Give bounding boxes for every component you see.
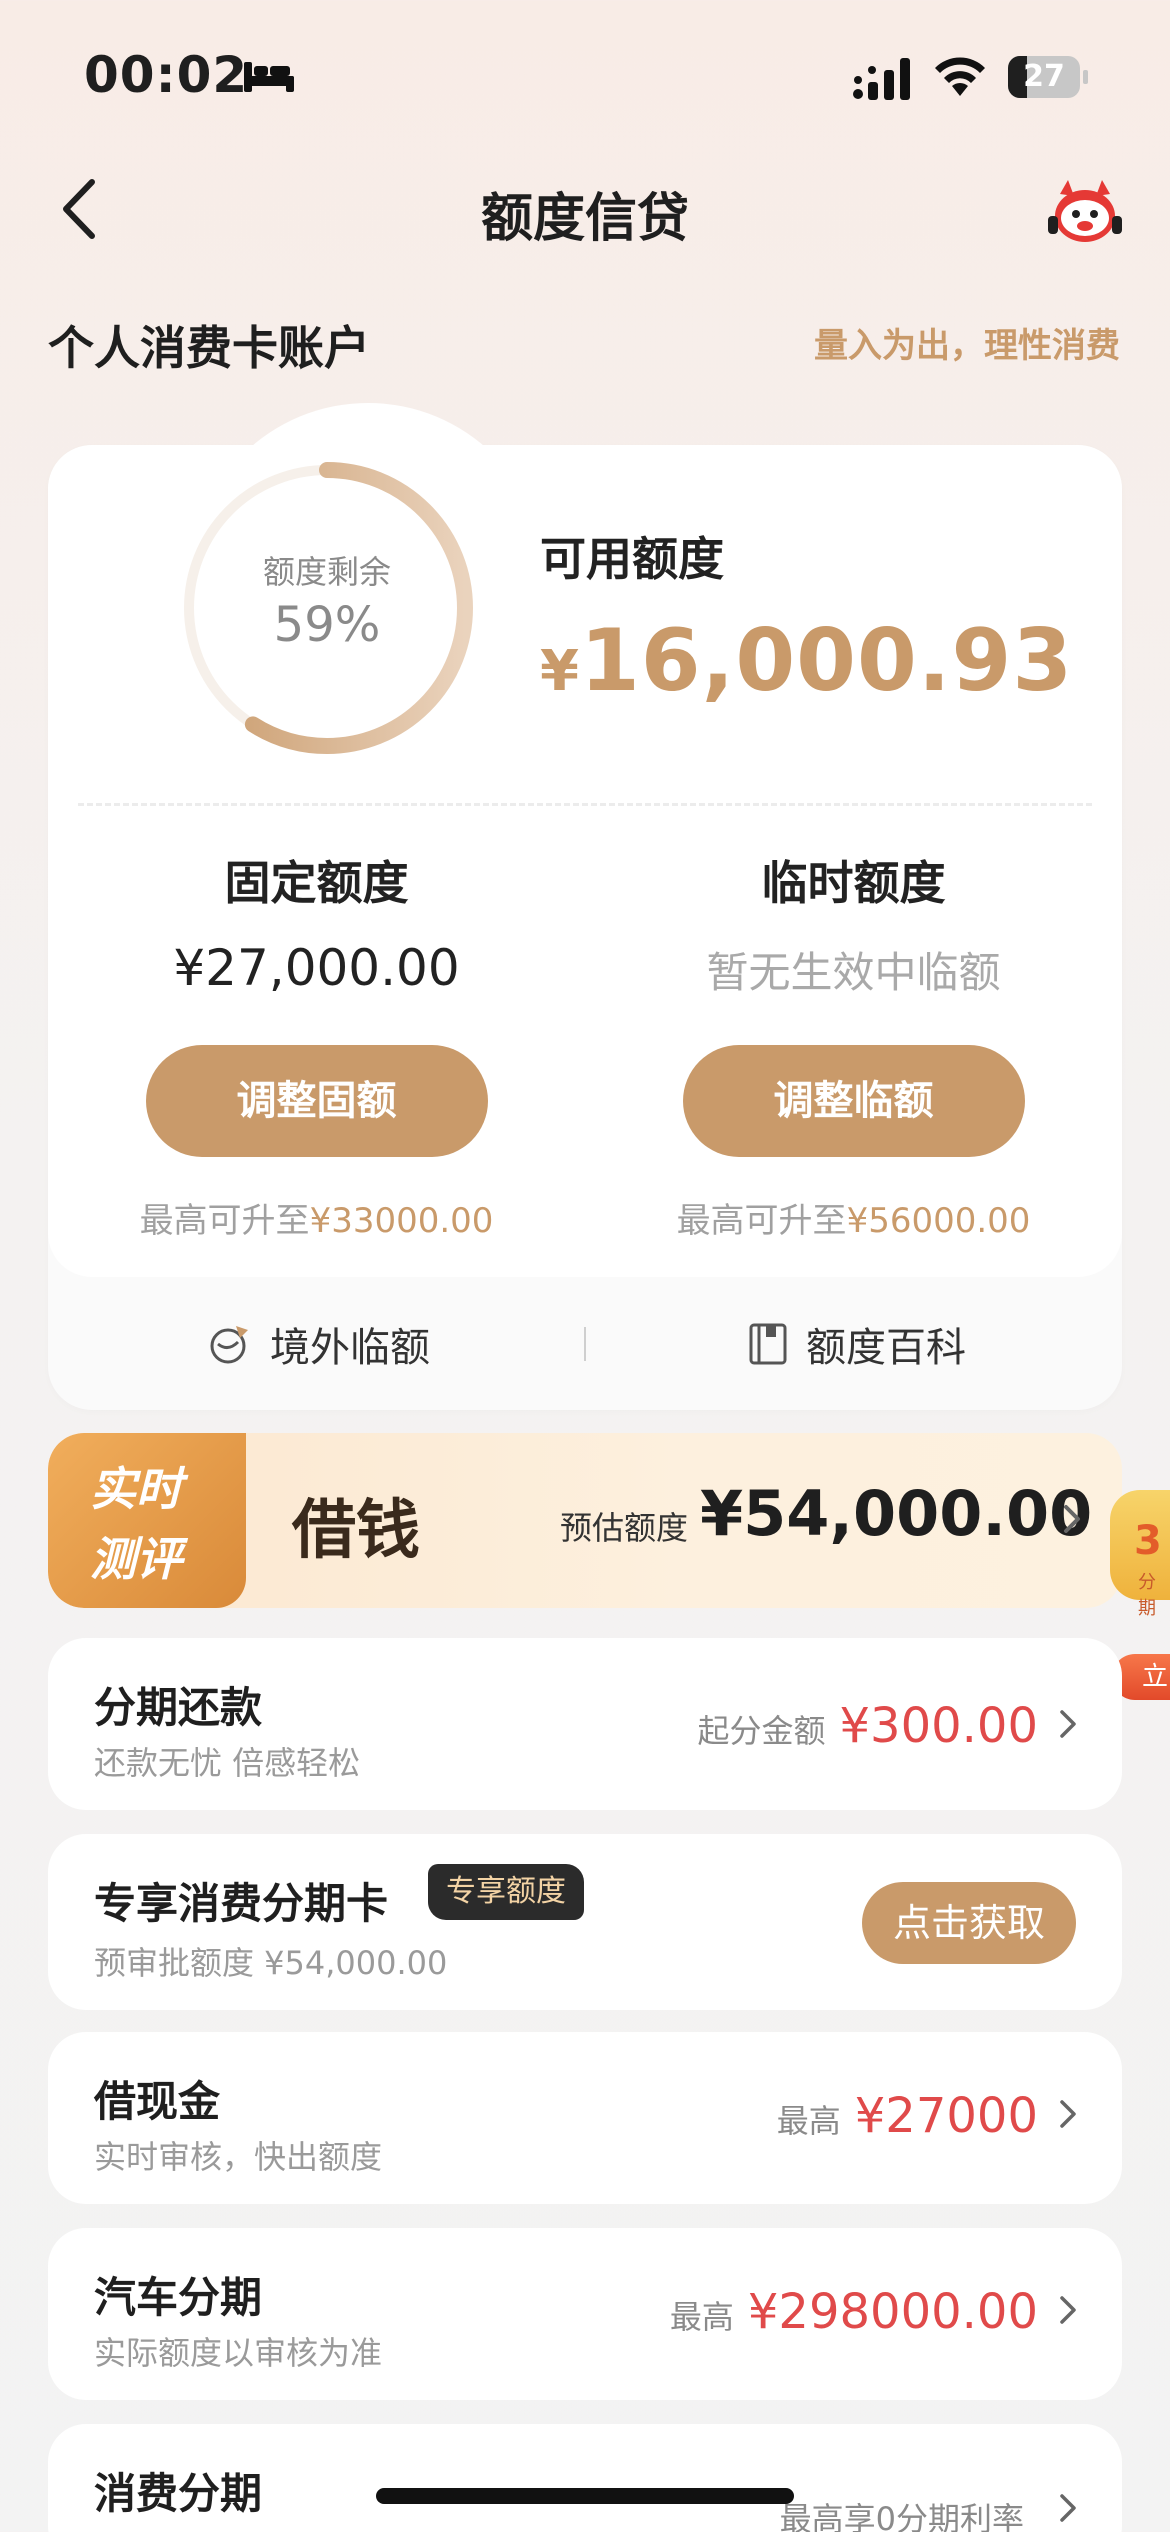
list-item-exclusive-card[interactable]: 专享消费分期卡 专享额度 预审批额度 ¥54,000.00 点击获取: [48, 1834, 1122, 2010]
side-promo-number: 3: [1134, 1518, 1162, 1564]
tag-line1: 实时: [90, 1462, 182, 1516]
fixed-quota-amount: ¥27,000.00: [173, 939, 460, 997]
overseas-quota-link[interactable]: 境外临额: [208, 1277, 430, 1410]
mascot-icon[interactable]: [1046, 176, 1124, 246]
battery-level: 27: [1023, 59, 1065, 94]
list-item-installment-repay[interactable]: 分期还款 还款无忧 倍感轻松 起分金额 ¥300.00: [48, 1638, 1122, 1810]
estimate-label: 预估额度: [560, 1509, 689, 1547]
wifi-icon: [935, 57, 985, 96]
chevron-right-icon: [1064, 1505, 1080, 1533]
fixed-hint-value: ¥33000.00: [309, 1201, 494, 1241]
page-title: 额度信贷: [480, 189, 689, 249]
available-value: 16,000.93: [579, 611, 1074, 711]
item-right-value: ¥27000: [854, 2088, 1038, 2144]
fixed-hint-prefix: 最高可升至: [139, 1201, 310, 1241]
item-right-label: 最高: [776, 2102, 841, 2140]
temp-hint-prefix: 最高可升至: [676, 1201, 847, 1241]
home-indicator: [376, 2488, 794, 2504]
account-card: 额度剩余 59% 可用额度 ¥16,000.93 固定额度 ¥27,000.00…: [48, 403, 1122, 1410]
item-right-label: 最高: [669, 2298, 734, 2336]
item-title: 消费分期: [94, 2469, 263, 2518]
chevron-right-icon: [1060, 2100, 1076, 2128]
temp-quota-hint: 最高可升至¥56000.00: [585, 1193, 1122, 1242]
list-item-cash-loan[interactable]: 借现金 实时审核，快出额度 最高 ¥27000: [48, 2032, 1122, 2204]
temp-hint-value: ¥56000.00: [846, 1201, 1031, 1241]
banner-title: 借钱: [292, 1493, 420, 1568]
status-bar: 00:02 27: [0, 0, 1170, 150]
item-right-value: ¥298000.00: [747, 2284, 1038, 2340]
item-right: 起分金额 ¥300.00: [697, 1698, 1038, 1754]
quota-wiki-link[interactable]: 额度百科: [748, 1277, 966, 1410]
globe-plane-icon: [210, 1325, 248, 1363]
quota-wiki-label: 额度百科: [806, 1324, 966, 1371]
item-title: 汽车分期: [94, 2273, 263, 2322]
item-right-value: ¥300.00: [839, 1698, 1039, 1754]
overseas-quota-label: 境外临额: [270, 1324, 430, 1371]
item-right: 最高 ¥27000: [777, 2088, 1038, 2144]
estimate-amount: ¥54,000.00: [700, 1477, 1093, 1550]
battery-icon: 27: [1008, 56, 1088, 98]
divider: [78, 803, 1092, 806]
item-title: 借现金: [94, 2077, 221, 2126]
side-promo-badge[interactable]: 3 分期: [1110, 1490, 1170, 1619]
chevron-right-icon: [1060, 2296, 1076, 2324]
get-quota-button[interactable]: 点击获取: [862, 1882, 1076, 1964]
book-icon: [749, 1323, 787, 1364]
tag-line2: 测评: [90, 1532, 182, 1586]
bed-icon: [244, 62, 294, 92]
item-title: 专享消费分期卡: [94, 1879, 389, 1928]
item-right-label: 最高享0分期利率: [779, 2500, 1024, 2532]
item-right: 最高 ¥298000.00: [670, 2284, 1038, 2340]
exclusive-quota-tag: 专享额度: [428, 1864, 584, 1920]
fixed-quota-hint: 最高可升至¥33000.00: [48, 1193, 585, 1242]
account-card-footer: 境外临额 额度百科: [48, 1277, 1122, 1410]
fixed-quota-title: 固定额度: [224, 856, 409, 910]
available-label: 可用额度: [540, 532, 724, 586]
adjust-fixed-button[interactable]: 调整固额: [145, 1045, 488, 1157]
list-item-consumer-installment[interactable]: 消费分期 最高享0分期利率: [48, 2424, 1122, 2532]
gauge-label: 额度剩余: [262, 553, 391, 591]
available-currency: ¥: [540, 639, 580, 704]
item-subtitle: 实际额度以审核为准: [94, 2334, 383, 2372]
item-subtitle: 还款无忧 倍感轻松: [94, 1744, 361, 1782]
signal-icon: [853, 58, 910, 100]
gauge-value: 59%: [273, 597, 381, 653]
side-promo-sub: 分期: [1138, 1572, 1156, 1619]
fixed-quota-column: 固定额度 ¥27,000.00 调整固额 最高可升至¥33000.00: [48, 847, 585, 1242]
realtime-eval-tag: 实时 测评: [48, 1433, 246, 1608]
borrow-banner[interactable]: 实时 测评 借钱 预估额度 ¥54,000.00: [48, 1433, 1122, 1608]
item-subtitle: 实时审核，快出额度: [94, 2138, 383, 2176]
section-title: 个人消费卡账户: [48, 321, 370, 375]
item-subtitle: 预审批额度 ¥54,000.00: [94, 1944, 448, 1982]
list-item-car-installment[interactable]: 汽车分期 实际额度以审核为准 最高 ¥298000.00: [48, 2228, 1122, 2400]
item-title: 分期还款: [94, 1683, 263, 1732]
account-card-top: 额度剩余 59% 可用额度 ¥16,000.93 固定额度 ¥27,000.00…: [48, 403, 1122, 1277]
chevron-right-icon: [1060, 2494, 1076, 2522]
temp-quota-column: 临时额度 暂无生效中临额 调整临额 最高可升至¥56000.00: [585, 847, 1122, 1242]
footer-divider: [584, 1327, 586, 1361]
available-amount: ¥16,000.93: [540, 611, 1073, 711]
status-time: 00:02: [84, 46, 249, 104]
temp-quota-status: 暂无生效中临额: [706, 948, 1001, 997]
temp-quota-title: 临时额度: [761, 856, 946, 910]
adjust-temp-button[interactable]: 调整临额: [682, 1045, 1025, 1157]
slogan: 量入为出，理性消费: [814, 326, 1120, 366]
item-right-label: 起分金额: [697, 1712, 826, 1750]
item-right: 最高享0分期利率: [780, 2494, 1038, 2532]
chevron-right-icon: [1060, 1710, 1076, 1738]
